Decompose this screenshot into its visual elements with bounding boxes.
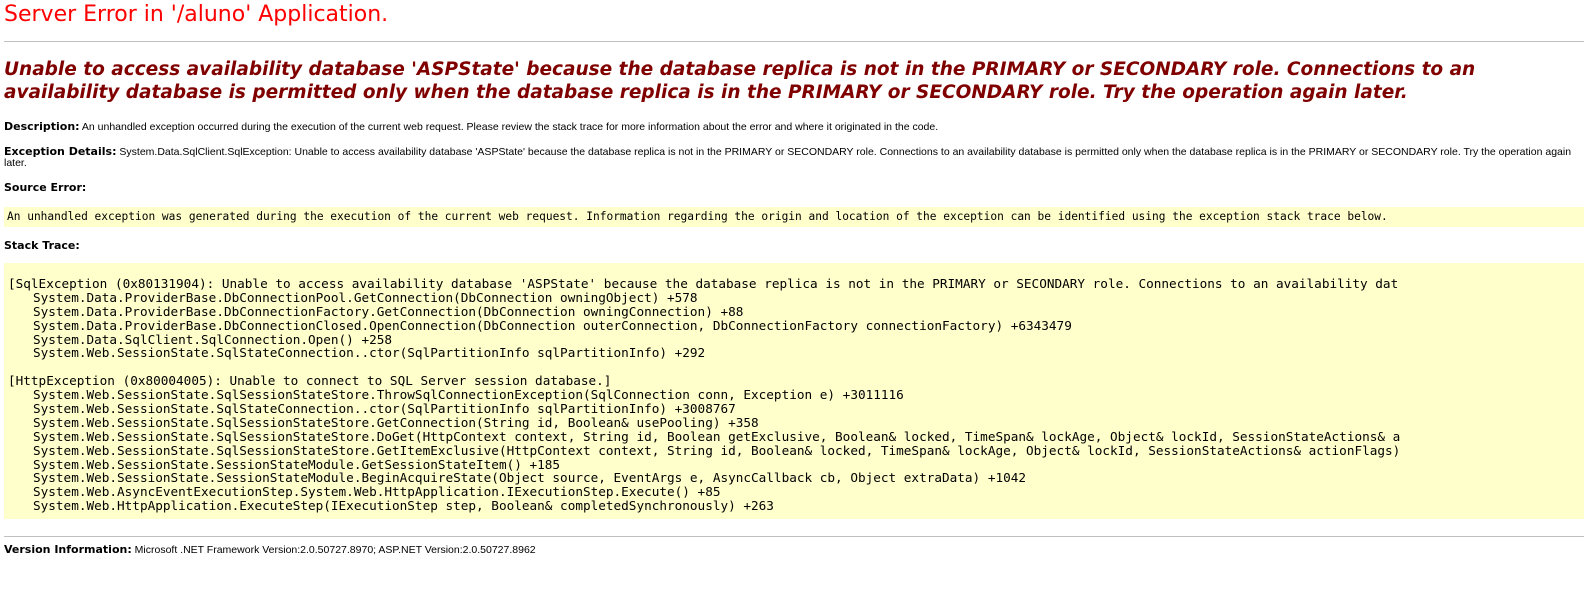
stack-trace-label: Stack Trace:	[4, 239, 80, 252]
version-divider	[4, 536, 1584, 537]
description-text: An unhandled exception occurred during t…	[81, 121, 939, 133]
stack-trace-frame: System.Web.SessionState.SqlSessionStateS…	[33, 428, 1401, 444]
stack-trace-exception-header: [SqlException (0x80131904): Unable to ac…	[8, 276, 1399, 291]
stack-trace-frame: System.Web.SessionState.SqlStateConnecti…	[33, 401, 736, 417]
exception-details-section: Exception Details: System.Data.SqlClient…	[4, 146, 1574, 169]
version-information-label: Version Information:	[4, 543, 132, 556]
stack-trace-frame: System.Web.AsyncEventExecutionStep.Syste…	[33, 484, 721, 500]
stack-trace-frame: System.Web.SessionState.SessionStateModu…	[33, 456, 561, 472]
description-section: Description: An unhandled exception occu…	[4, 121, 1574, 133]
stack-trace-text: [SqlException (0x80131904): Unable to ac…	[8, 277, 1400, 513]
stack-trace-frame: System.Data.ProviderBase.DbConnectionClo…	[33, 317, 1072, 333]
stack-trace-section: Stack Trace:	[4, 240, 1574, 252]
source-error-section: Source Error:	[4, 182, 1574, 194]
source-error-text: An unhandled exception was generated dur…	[7, 210, 1388, 223]
description-label: Description:	[4, 120, 80, 133]
stack-trace-frame: System.Web.HttpApplication.ExecuteStep(I…	[33, 498, 774, 514]
stack-trace-frame: System.Web.SessionState.SessionStateModu…	[33, 470, 1027, 486]
stack-trace-frame: System.Web.SessionState.SqlSessionStateS…	[33, 414, 759, 430]
page-title: Server Error in '/aluno' Application.	[4, 2, 389, 27]
stack-trace-frame: System.Data.ProviderBase.DbConnectionFac…	[33, 303, 744, 319]
stack-trace-box: [SqlException (0x80131904): Unable to ac…	[4, 263, 1584, 519]
stack-trace-frame: System.Web.SessionState.SqlSessionStateS…	[33, 387, 904, 403]
stack-trace-frame: System.Web.SessionState.SqlStateConnecti…	[33, 345, 706, 361]
error-message: Unable to access availability database '…	[4, 59, 1476, 103]
source-error-label: Source Error:	[4, 181, 87, 194]
version-information-section: Version Information: Microsoft .NET Fram…	[4, 544, 1574, 556]
title-divider	[4, 41, 1584, 42]
stack-trace-frame: System.Web.SessionState.SqlSessionStateS…	[33, 442, 1401, 458]
stack-trace-frame: System.Data.ProviderBase.DbConnectionPoo…	[33, 289, 698, 305]
stack-trace-frame: System.Data.SqlClient.SqlConnection.Open…	[33, 331, 393, 347]
version-information-text: Microsoft .NET Framework Version:2.0.507…	[134, 544, 536, 556]
stack-trace-exception-header: [HttpException (0x80004005): Unable to c…	[8, 373, 612, 389]
stack-trace-blank-line	[8, 360, 1400, 374]
source-error-box: An unhandled exception was generated dur…	[4, 207, 1584, 227]
exception-details-text: System.Data.SqlClient.SqlException: Unab…	[4, 146, 1572, 169]
